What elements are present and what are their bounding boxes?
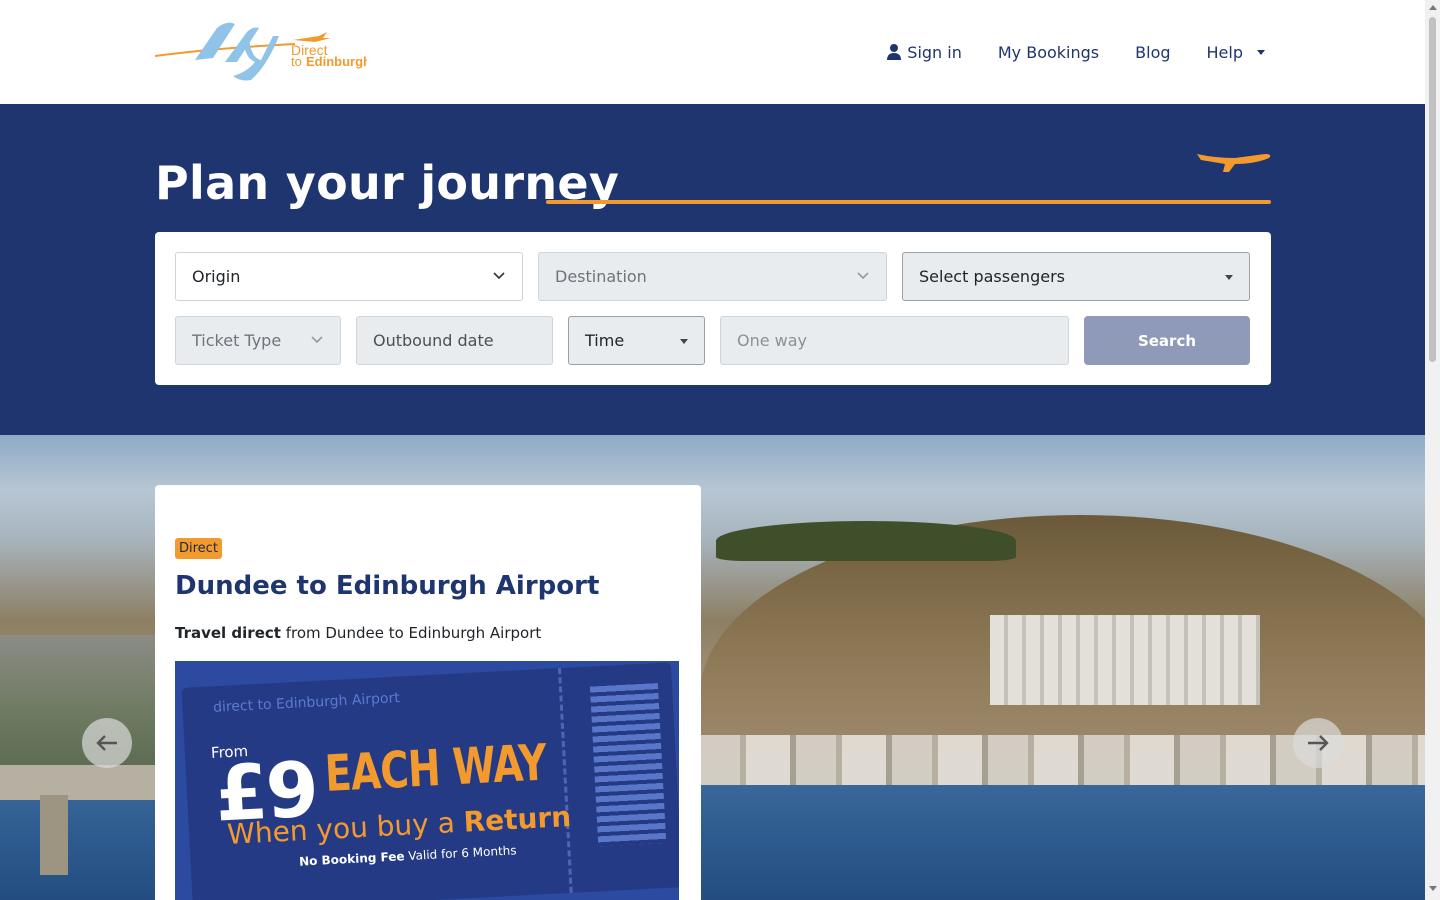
svg-text:Edinburgh: Edinburgh <box>306 54 367 69</box>
site-header: Direct to Edinburgh Sign in My Bookings … <box>0 0 1425 104</box>
destination-select[interactable]: Destination <box>538 252 887 301</box>
time-dropdown-label: Time <box>585 331 625 350</box>
caret-down-icon <box>1257 49 1265 55</box>
search-button[interactable]: Search <box>1084 316 1250 365</box>
plane-icon <box>1197 154 1271 172</box>
ticket-type-select[interactable]: Ticket Type <box>175 316 341 365</box>
title-underline <box>546 200 1271 204</box>
outbound-date-placeholder: Outbound date <box>373 331 494 350</box>
chevron-down-icon <box>311 336 323 344</box>
arrow-left-icon <box>96 735 117 751</box>
route-title[interactable]: Dundee to Edinburgh Airport <box>175 571 599 601</box>
outbound-date-input[interactable]: Outbound date <box>356 316 553 365</box>
scroll-down-arrow-icon[interactable] <box>1429 886 1437 891</box>
passengers-dropdown[interactable]: Select passengers <box>902 252 1250 301</box>
arrow-right-icon <box>1308 735 1329 751</box>
page-scrollbar[interactable] <box>1425 0 1440 900</box>
nav-help-label: Help <box>1206 42 1243 62</box>
caret-down-icon <box>680 339 688 344</box>
time-dropdown[interactable]: Time <box>568 316 705 365</box>
carousel-prev-button[interactable] <box>82 718 132 768</box>
photo-bridge <box>0 765 160 800</box>
promo-return-bold: Return <box>462 800 572 839</box>
caret-down-icon <box>1225 275 1233 280</box>
svg-text:to: to <box>291 54 302 69</box>
nav-my-bookings[interactable]: My Bookings <box>998 40 1099 64</box>
chevron-down-icon <box>857 272 869 280</box>
nav-sign-in[interactable]: Sign in <box>887 40 962 64</box>
journey-search-form: Origin Destination Select passengers Tic… <box>155 232 1271 385</box>
route-description-bold: Travel direct <box>175 624 281 642</box>
photo-left-cityscape <box>0 635 160 785</box>
photo-bridge-pillar <box>40 795 68 875</box>
fly-direct-to-edinburgh-logo[interactable]: Direct to Edinburgh <box>154 18 371 84</box>
route-description-text: from Dundee to Edinburgh Airport <box>280 624 542 642</box>
route-card: Direct Dundee to Edinburgh Airport Trave… <box>155 485 701 900</box>
nav-sign-in-label: Sign in <box>907 42 962 62</box>
nav-help-dropdown[interactable]: Help <box>1207 40 1265 64</box>
photo-tower-blocks <box>990 615 1260 705</box>
main-nav: Sign in My Bookings Blog Help <box>887 40 1265 64</box>
nav-blog[interactable]: Blog <box>1135 40 1170 64</box>
promo-each-way: EACH WAY <box>323 733 548 803</box>
ticket-type-label: Ticket Type <box>192 331 282 350</box>
destination-select-label: Destination <box>555 267 647 286</box>
promo-banner[interactable]: direct to Edinburgh Airport From £9 EACH… <box>175 661 679 900</box>
return-date-placeholder: One way <box>737 331 808 350</box>
origin-select-label: Origin <box>192 267 241 286</box>
origin-select[interactable]: Origin <box>175 252 523 301</box>
carousel-next-button[interactable] <box>1293 718 1343 768</box>
return-date-input[interactable]: One way <box>720 316 1069 365</box>
passengers-dropdown-label: Select passengers <box>919 267 1065 286</box>
user-icon <box>887 44 902 60</box>
route-description: Travel direct from Dundee to Edinburgh A… <box>175 624 541 642</box>
photo-treeline <box>716 521 1016 561</box>
chevron-down-icon <box>493 272 505 280</box>
barcode-graphic <box>589 683 667 847</box>
scrollbar-thumb[interactable] <box>1429 17 1436 362</box>
ticket-perforation <box>557 668 573 893</box>
direct-badge: Direct <box>175 538 222 559</box>
scroll-up-arrow-icon[interactable] <box>1429 5 1437 10</box>
hero-section: Plan your journey Origin Destination Sel… <box>0 104 1425 435</box>
